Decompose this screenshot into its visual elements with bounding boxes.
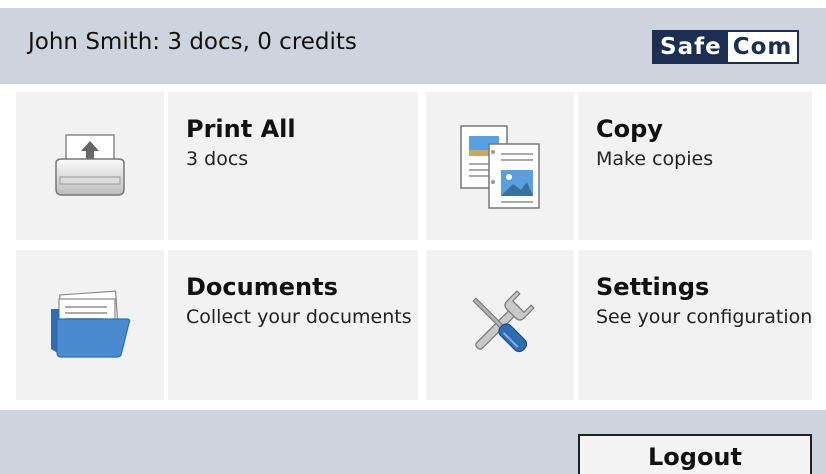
tile-text: Documents Collect your documents	[186, 272, 421, 330]
tile-divider	[164, 250, 168, 400]
tile-title: Documents	[186, 273, 338, 301]
tile-text: Settings See your configuration	[596, 272, 826, 330]
tile-copy[interactable]: Copy Make copies	[426, 92, 812, 240]
tile-icon-cell	[16, 250, 164, 400]
logo-part-safe: Safe	[654, 32, 728, 62]
tile-title: Settings	[596, 273, 710, 301]
user-status: John Smith: 3 docs, 0 credits	[28, 29, 357, 55]
wrench-screwdriver-icon	[472, 290, 535, 353]
tile-print-all[interactable]: Print All 3 docs	[16, 92, 418, 240]
tile-text: Print All 3 docs	[186, 114, 421, 172]
printer-icon	[55, 134, 125, 196]
tile-divider	[164, 92, 168, 240]
logo-part-com: Com	[727, 32, 798, 62]
copy-documents-icon	[460, 125, 540, 209]
tile-title: Print All	[186, 115, 296, 143]
logout-button[interactable]: Logout	[578, 434, 812, 474]
tile-divider	[574, 250, 578, 400]
tile-title: Copy	[596, 115, 663, 143]
folder-icon	[51, 290, 131, 358]
header-bar: John Smith: 3 docs, 0 credits Safe Com	[0, 8, 826, 84]
tile-settings[interactable]: Settings See your configuration	[426, 250, 812, 400]
tile-subtitle: 3 docs	[186, 148, 249, 170]
tile-text: Copy Make copies	[596, 114, 826, 172]
tile-icon-cell	[426, 92, 574, 240]
footer-bar: Logout	[0, 410, 826, 474]
tile-documents[interactable]: Documents Collect your documents	[16, 250, 418, 400]
menu-grid: Print All 3 docs Copy Make copies Docume…	[0, 84, 826, 408]
tile-icon-cell	[426, 250, 574, 400]
tile-subtitle: See your configuration	[596, 306, 813, 328]
tile-subtitle: Make copies	[596, 148, 714, 170]
safecom-logo: Safe Com	[652, 30, 800, 64]
tile-divider	[574, 92, 578, 240]
tile-subtitle: Collect your documents	[186, 306, 412, 328]
tile-icon-cell	[16, 92, 164, 240]
